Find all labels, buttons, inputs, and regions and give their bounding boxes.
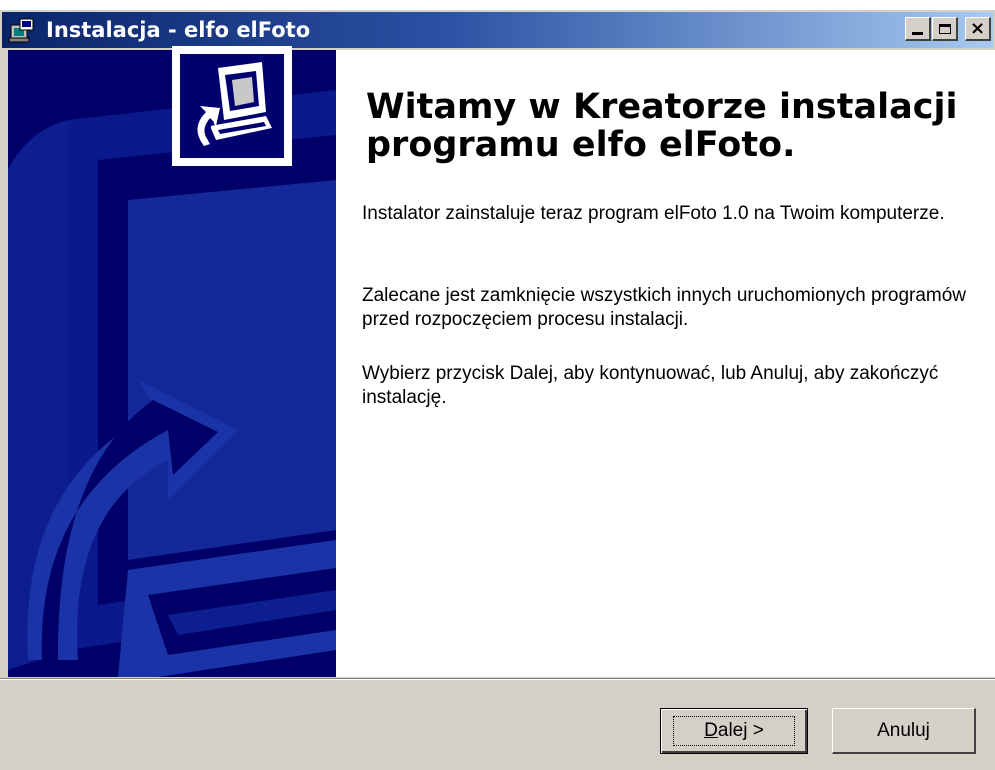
close-icon: × <box>969 18 986 39</box>
maximize-icon <box>938 23 951 34</box>
minimize-button[interactable] <box>905 17 931 41</box>
next-button[interactable]: Dalej > <box>660 708 808 754</box>
window-title: Instalacja - elfo elFoto <box>46 18 311 42</box>
wizard-content: Witamy w Kreatorze instalacji programu e… <box>336 50 995 677</box>
next-accelerator: D <box>704 720 718 741</box>
minimize-icon <box>912 32 923 35</box>
close-button[interactable]: × <box>965 17 991 41</box>
title-bar[interactable]: Instalacja - elfo elFoto × <box>2 12 993 48</box>
installer-icon <box>8 18 34 43</box>
install-info-text: Instalator zainstaluje teraz program elF… <box>362 203 945 224</box>
maximize-button[interactable] <box>932 17 958 41</box>
logo-background <box>180 54 284 158</box>
cancel-button[interactable]: Anuluj <box>832 708 976 754</box>
logo-frame <box>172 46 292 166</box>
bottom-divider <box>0 678 995 680</box>
next-button-focus: Dalej > <box>673 716 795 746</box>
next-label: alej > <box>717 720 764 741</box>
close-programs-text: Zalecane jest zamknięcie wszystkich inny… <box>362 285 967 330</box>
instructions-text: Wybierz przycisk Dalej, aby kontynuować,… <box>362 363 939 408</box>
installer-window: Instalacja - elfo elFoto × Witamy w Krea… <box>0 10 995 770</box>
computer-install-icon <box>197 62 272 146</box>
welcome-heading: Witamy w Kreatorze instalacji programu e… <box>366 87 958 165</box>
